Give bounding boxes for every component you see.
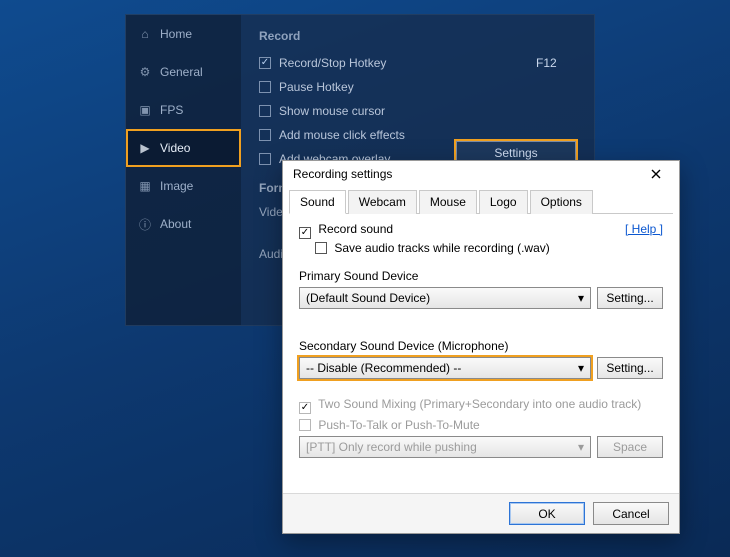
- checkbox-icon[interactable]: [259, 105, 271, 117]
- select-value: [PTT] Only record while pushing: [306, 440, 477, 454]
- sidebar-item-general[interactable]: ⚙ General: [126, 53, 241, 91]
- checkbox-icon[interactable]: [259, 57, 271, 69]
- option-label: Show mouse cursor: [279, 104, 385, 118]
- group-label: Secondary Sound Device (Microphone): [299, 339, 663, 353]
- option-push-to-talk: Push-To-Talk or Push-To-Mute: [299, 418, 663, 432]
- dialog-body: [ Help ] Record sound Save audio tracks …: [283, 214, 679, 458]
- sidebar-item-label: Video: [160, 141, 190, 155]
- option-label: Record sound: [318, 222, 393, 236]
- option-show-mouse-cursor[interactable]: Show mouse cursor: [259, 99, 576, 123]
- checkbox-icon: [299, 419, 311, 431]
- sidebar-item-label: Home: [160, 27, 192, 41]
- checkbox-icon[interactable]: [259, 153, 271, 165]
- dialog-tabs: Sound Webcam Mouse Logo Options: [289, 189, 673, 214]
- recording-settings-dialog: Recording settings Sound Webcam Mouse Lo…: [282, 160, 680, 534]
- video-icon: ▶: [138, 141, 152, 155]
- option-pause-hotkey[interactable]: Pause Hotkey: [259, 75, 576, 99]
- chevron-down-icon: ▾: [578, 440, 584, 454]
- option-label: Save audio tracks while recording (.wav): [334, 241, 549, 255]
- tab-webcam[interactable]: Webcam: [348, 190, 417, 214]
- section-heading-record: Record: [259, 29, 576, 43]
- checkbox-icon: [299, 402, 311, 414]
- sidebar-item-label: General: [160, 65, 203, 79]
- dialog-footer: OK Cancel: [283, 493, 679, 533]
- sidebar-item-fps[interactable]: ▣ FPS: [126, 91, 241, 129]
- group-secondary-sound: Secondary Sound Device (Microphone) -- D…: [299, 339, 663, 379]
- hotkey-value: F12: [536, 56, 557, 70]
- checkbox-icon[interactable]: [315, 242, 327, 254]
- secondary-sound-select[interactable]: -- Disable (Recommended) -- ▾: [299, 357, 591, 379]
- sidebar-item-label: About: [160, 217, 191, 231]
- chevron-down-icon: ▾: [578, 361, 584, 375]
- tab-options[interactable]: Options: [530, 190, 593, 214]
- sidebar: ⌂ Home ⚙ General ▣ FPS ▶ Video ▦ Image ⓘ…: [126, 15, 241, 325]
- info-icon: ⓘ: [138, 217, 152, 231]
- sidebar-item-label: Image: [160, 179, 193, 193]
- option-label: Pause Hotkey: [279, 80, 354, 94]
- option-label: Record/Stop Hotkey: [279, 56, 386, 70]
- sidebar-item-label: FPS: [160, 103, 183, 117]
- group-mixing: Two Sound Mixing (Primary+Secondary into…: [299, 397, 663, 458]
- home-icon: ⌂: [138, 27, 152, 41]
- option-two-sound-mixing: Two Sound Mixing (Primary+Secondary into…: [299, 397, 663, 414]
- close-button[interactable]: [639, 164, 673, 184]
- secondary-sound-setting-button[interactable]: Setting...: [597, 357, 663, 379]
- select-value: (Default Sound Device): [306, 291, 430, 305]
- help-link[interactable]: [ Help ]: [625, 222, 663, 236]
- checkbox-icon[interactable]: [299, 227, 311, 239]
- image-icon: ▦: [138, 179, 152, 193]
- chevron-down-icon: ▾: [578, 291, 584, 305]
- ptt-mode-select: [PTT] Only record while pushing ▾: [299, 436, 591, 458]
- ptt-key-button: Space: [597, 436, 663, 458]
- option-label: Add mouse click effects: [279, 128, 405, 142]
- sidebar-item-about[interactable]: ⓘ About: [126, 205, 241, 243]
- checkbox-icon[interactable]: [259, 81, 271, 93]
- primary-sound-setting-button[interactable]: Setting...: [597, 287, 663, 309]
- checkbox-icon[interactable]: [259, 129, 271, 141]
- primary-sound-select[interactable]: (Default Sound Device) ▾: [299, 287, 591, 309]
- sidebar-item-image[interactable]: ▦ Image: [126, 167, 241, 205]
- option-save-audio-tracks[interactable]: Save audio tracks while recording (.wav): [315, 241, 663, 255]
- dialog-titlebar[interactable]: Recording settings: [283, 161, 679, 187]
- sidebar-item-video[interactable]: ▶ Video: [126, 129, 241, 167]
- tab-logo[interactable]: Logo: [479, 190, 528, 214]
- option-label: Push-To-Talk or Push-To-Mute: [318, 418, 479, 432]
- dialog-title: Recording settings: [293, 167, 392, 181]
- group-label: Primary Sound Device: [299, 269, 663, 283]
- option-record-stop-hotkey[interactable]: Record/Stop Hotkey F12: [259, 51, 576, 75]
- ok-button[interactable]: OK: [509, 502, 585, 525]
- tab-sound[interactable]: Sound: [289, 190, 346, 214]
- sidebar-item-home[interactable]: ⌂ Home: [126, 15, 241, 53]
- option-label: Two Sound Mixing (Primary+Secondary into…: [318, 397, 641, 411]
- group-primary-sound: Primary Sound Device (Default Sound Devi…: [299, 269, 663, 309]
- select-value: -- Disable (Recommended) --: [306, 361, 461, 375]
- option-record-sound[interactable]: Record sound: [299, 222, 663, 239]
- gear-icon: ⚙: [138, 65, 152, 79]
- close-icon: [651, 169, 661, 179]
- cancel-button[interactable]: Cancel: [593, 502, 669, 525]
- tab-mouse[interactable]: Mouse: [419, 190, 477, 214]
- fps-icon: ▣: [138, 103, 152, 117]
